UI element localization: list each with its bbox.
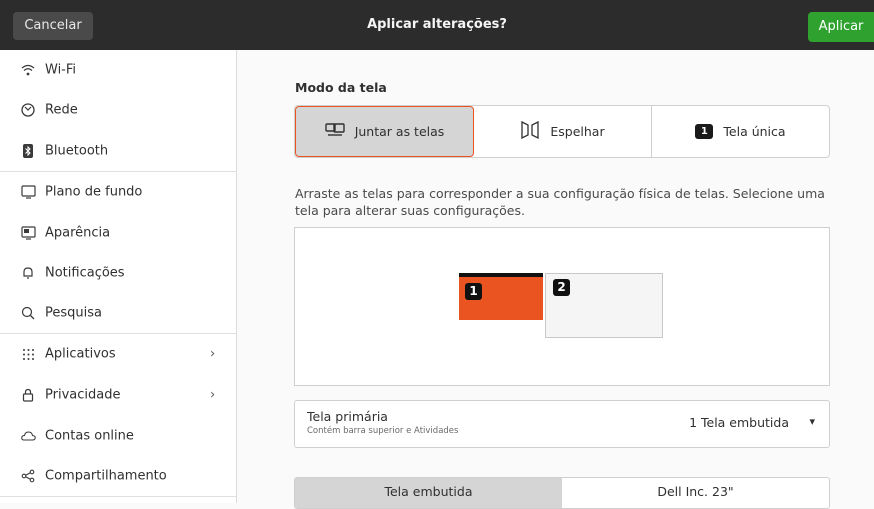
join-displays-button[interactable]: Juntar as telas: [295, 106, 474, 157]
sidebar-item-label: Bluetooth: [45, 143, 109, 159]
monitor-2[interactable]: 2: [545, 273, 663, 338]
settings-sidebar: Wi-Fi Rede Bluetooth Plano de fundo Apar…: [0, 50, 237, 503]
monitor-number-badge: 1: [465, 283, 482, 300]
display-tabs: Tela embutida Dell Inc. 23": [294, 477, 830, 509]
display-mode-label: Modo da tela: [295, 80, 387, 95]
chevron-right-icon: ›: [210, 387, 216, 403]
monitor-1[interactable]: 1: [459, 273, 543, 320]
sidebar-item-label: Contas online: [45, 428, 134, 444]
search-icon: [20, 305, 36, 321]
bell-icon: [20, 265, 36, 281]
sidebar-item-sharing[interactable]: Compartilhamento: [0, 456, 236, 496]
bluetooth-icon: [20, 143, 36, 159]
cloud-icon: [20, 428, 36, 444]
single-display-button[interactable]: 1 Tela única: [652, 106, 829, 157]
apply-button[interactable]: Aplicar: [808, 12, 874, 42]
sidebar-item-label: Compartilhamento: [45, 468, 167, 484]
sidebar-item-label: Pesquisa: [45, 305, 102, 321]
primary-display-value[interactable]: 1 Tela embutida: [689, 415, 789, 430]
primary-display-title: Tela primária: [307, 409, 388, 424]
mirror-icon: [520, 120, 540, 143]
monitor-number-badge: 2: [553, 279, 570, 296]
mode-label: Juntar as telas: [354, 124, 445, 139]
apps-grid-icon: [20, 346, 36, 362]
background-icon: [20, 184, 36, 200]
sidebar-item-label: Privacidade: [45, 387, 121, 403]
displays-panel: Modo da tela Juntar as telas Espelhar 1 …: [237, 50, 874, 509]
sidebar-item-appearance[interactable]: Aparência: [0, 213, 236, 253]
header-bar: Cancelar Aplicar alterações? Aplicar: [0, 0, 874, 50]
sidebar-item-wifi[interactable]: Wi-Fi: [0, 50, 236, 90]
top-bar-indicator: [459, 273, 543, 277]
sidebar-item-label: Rede: [45, 102, 78, 118]
dialog-title: Aplicar alterações?: [367, 17, 507, 32]
sidebar-item-network[interactable]: Rede: [0, 90, 236, 130]
network-icon: [20, 102, 36, 118]
sidebar-item-applications[interactable]: Aplicativos ›: [0, 334, 236, 374]
single-display-icon: 1: [695, 124, 714, 139]
appearance-icon: [20, 225, 36, 241]
join-displays-icon: [325, 122, 345, 141]
tab-dell-display[interactable]: Dell Inc. 23": [562, 478, 829, 508]
chevron-down-icon[interactable]: ▾: [809, 415, 815, 428]
sidebar-item-online-accounts[interactable]: Contas online: [0, 416, 236, 456]
mirror-button[interactable]: Espelhar: [474, 106, 651, 157]
mode-label: Tela única: [723, 124, 786, 139]
tab-builtin-display[interactable]: Tela embutida: [295, 478, 562, 508]
primary-display-subtitle: Contém barra superior e Atividades: [307, 426, 459, 436]
sidebar-item-background[interactable]: Plano de fundo: [0, 172, 236, 212]
lock-icon: [20, 387, 36, 403]
sidebar-item-label: Notificações: [45, 265, 125, 281]
wifi-icon: [20, 62, 36, 78]
sidebar-item-label: Plano de fundo: [45, 184, 143, 200]
sidebar-item-privacy[interactable]: Privacidade ›: [0, 375, 236, 415]
mode-label: Espelhar: [550, 124, 605, 139]
display-arrangement: 1 2: [294, 227, 830, 386]
sidebar-item-label: Wi-Fi: [45, 62, 77, 78]
arrange-hint: Arraste as telas para corresponder a sua…: [295, 186, 825, 218]
sidebar-item-search[interactable]: Pesquisa: [0, 293, 236, 333]
sidebar-item-label: Aparência: [45, 225, 111, 241]
sidebar-item-bluetooth[interactable]: Bluetooth: [0, 131, 236, 171]
sidebar-divider: [0, 496, 236, 497]
display-mode-selector: Juntar as telas Espelhar 1 Tela única: [294, 105, 830, 158]
sidebar-item-label: Aplicativos: [45, 346, 116, 362]
sidebar-item-notifications[interactable]: Notificações: [0, 253, 236, 293]
chevron-right-icon: ›: [210, 346, 216, 362]
share-icon: [20, 468, 36, 484]
primary-display-row[interactable]: Tela primária Contém barra superior e At…: [294, 400, 830, 448]
